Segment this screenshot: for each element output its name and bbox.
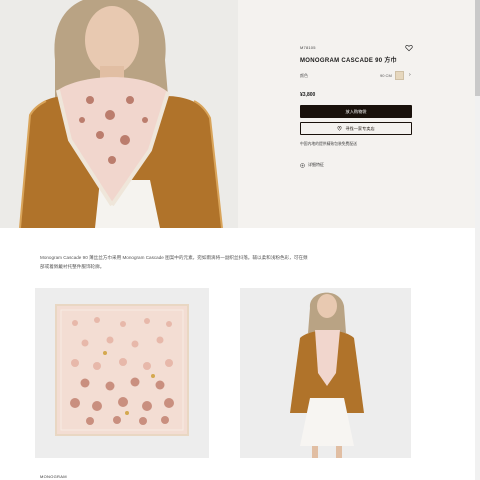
model-fullbody-illustration bbox=[240, 288, 411, 458]
model-fullbody-photo bbox=[240, 288, 411, 458]
hero-photo-illustration bbox=[0, 0, 238, 228]
product-description: Monogram Cascade 90 薄丝丝方巾采用 Monogram Cas… bbox=[40, 255, 308, 269]
color-swatch[interactable] bbox=[395, 71, 404, 80]
hero-product-photo bbox=[0, 0, 238, 228]
product-sku: M78105 bbox=[300, 45, 316, 50]
product-price: ¥3,800 bbox=[300, 92, 316, 98]
bottom-section-label: MONOGRAM bbox=[40, 474, 67, 479]
plus-circle-icon bbox=[300, 162, 305, 168]
product-title: MONOGRAM CASCADE 90 方巾 bbox=[300, 58, 397, 64]
add-to-bag-label: 放入购物袋 bbox=[345, 108, 367, 114]
chevron-right-icon[interactable]: › bbox=[409, 72, 411, 78]
find-store-label: 寻找一家专卖店 bbox=[345, 125, 375, 131]
details-label: 详细特征 bbox=[308, 162, 324, 167]
add-to-bag-button[interactable]: 放入购物袋 bbox=[300, 105, 412, 118]
shipping-note: 中国内地的提供精致包装免费配送 bbox=[300, 142, 357, 146]
scarf-flat-photo bbox=[35, 288, 209, 458]
scrollbar-thumb[interactable] bbox=[475, 0, 480, 96]
find-store-button[interactable]: 寻找一家专卖店 bbox=[300, 122, 412, 135]
size-label: 90 CM bbox=[380, 73, 392, 78]
color-label: 颜色 bbox=[300, 73, 308, 78]
heart-icon[interactable] bbox=[405, 44, 413, 52]
details-toggle[interactable]: 详细特征 bbox=[300, 162, 324, 168]
product-info-panel: M78105 MONOGRAM CASCADE 90 方巾 颜色 90 CM ›… bbox=[238, 0, 475, 228]
scarf-flat-illustration bbox=[35, 288, 209, 458]
store-pin-icon bbox=[337, 126, 342, 131]
page-scrollbar[interactable] bbox=[475, 0, 480, 480]
